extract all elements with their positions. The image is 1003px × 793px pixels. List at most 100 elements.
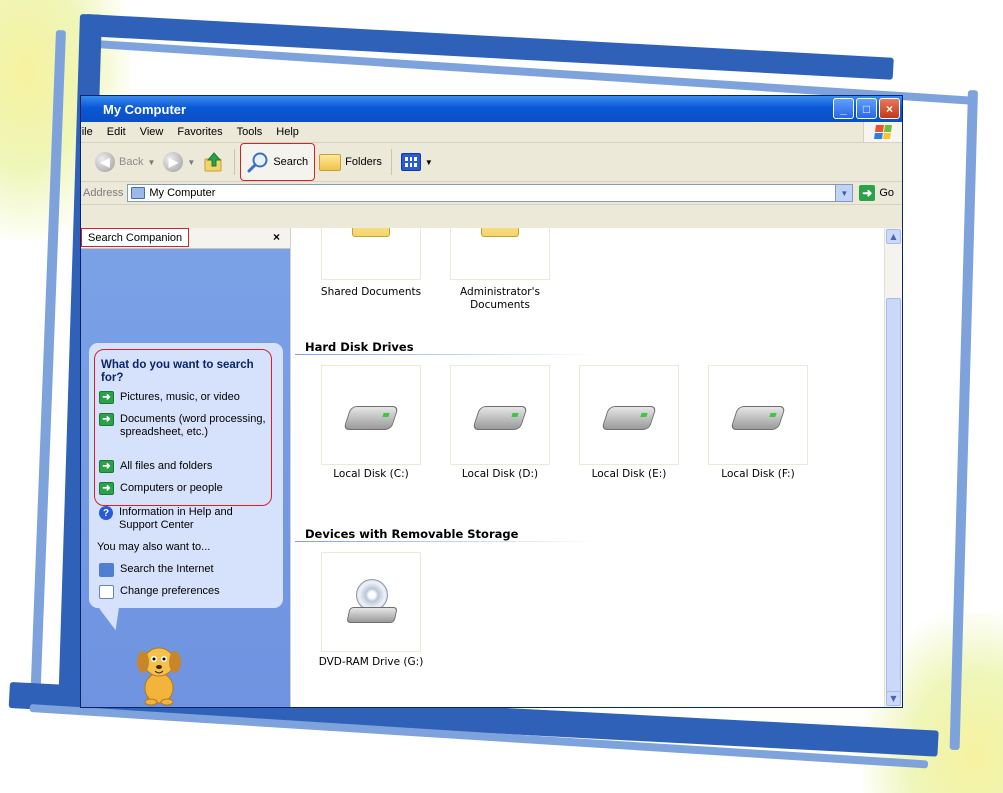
local-disk-f[interactable] [708, 365, 808, 465]
hard-disk-icon [472, 406, 528, 430]
search-bubble: What do you want to search for? ➜ Pictur… [89, 343, 283, 608]
back-button[interactable]: ◀ Back ▼ [91, 147, 159, 177]
green-arrow-icon: ➜ [99, 482, 114, 495]
search-companion-pane: Search Companion × What do you want to s… [81, 228, 291, 707]
chevron-down-icon[interactable]: ▼ [835, 185, 853, 201]
search-option-all-files[interactable]: ➜ All files and folders [99, 460, 271, 473]
go-arrow-icon: ➜ [859, 185, 876, 201]
chevron-down-icon: ▼ [187, 157, 196, 167]
help-label: Information in Help and Support Center [119, 506, 233, 531]
toolbar-separator [234, 149, 236, 175]
explorer-window: My Computer _ □ × File Edit View Favorit… [80, 95, 903, 708]
option-label: Computers or people [120, 482, 223, 494]
maximize-button[interactable]: □ [856, 98, 877, 119]
menu-edit[interactable]: Edit [100, 126, 133, 138]
search-internet-icon [99, 563, 114, 577]
menu-favorites[interactable]: Favorites [170, 126, 229, 138]
drive-label: DVD-RAM Drive (G:) [318, 656, 424, 668]
windows-logo [863, 122, 902, 142]
window-body: Search Companion × What do you want to s… [81, 228, 902, 707]
preferences-icon [99, 585, 114, 599]
chevron-up-icon[interactable]: ▲ [886, 229, 901, 244]
search-internet-link[interactable]: Search the Internet [99, 563, 271, 577]
menu-bar: File Edit View Favorites Tools Help [81, 122, 902, 143]
help-icon: ? [99, 506, 113, 520]
green-arrow-icon: ➜ [99, 460, 114, 473]
disk-label: Local Disk (C:) [333, 468, 409, 480]
green-arrow-icon: ➜ [99, 413, 114, 426]
dvd-drive-icon [346, 579, 398, 625]
local-disk-c[interactable] [321, 365, 421, 465]
option-label: All files and folders [120, 460, 213, 472]
folder-icon [319, 153, 342, 171]
administrator-documents-folder[interactable] [450, 228, 550, 280]
hard-disk-icon [343, 406, 399, 430]
folder-icon [352, 228, 390, 237]
option-label: Documents (word processing, spreadsheet,… [120, 413, 266, 438]
help-link[interactable]: ? Information in Help and Support Center [99, 506, 271, 532]
views-icon [400, 153, 421, 171]
also-text: You may also want to... [97, 541, 269, 554]
group-divider [295, 541, 595, 542]
pane-title: Search Companion [81, 228, 190, 247]
scrollbar-thumb[interactable] [886, 298, 901, 698]
menu-tools[interactable]: Tools [230, 126, 270, 138]
search-button[interactable]: Search [240, 143, 316, 181]
also-label: You may also want to... [97, 541, 211, 553]
toolbar: ◀ Back ▼ ▶ ▼ Search Folders ▼ [81, 143, 902, 182]
close-button[interactable]: × [879, 98, 900, 119]
toolbar-separator [390, 149, 392, 175]
option-label: Pictures, music, or video [120, 391, 240, 403]
back-label: Back [119, 156, 144, 168]
content-pane: Shared Documents Administrator's Documen… [291, 228, 902, 707]
search-icon [247, 152, 268, 173]
forward-arrow-icon: ▶ [163, 152, 184, 172]
disk-label: Local Disk (E:) [591, 468, 667, 480]
go-button[interactable]: ➜ Go [853, 185, 902, 201]
search-label: Search [273, 156, 309, 168]
menu-view[interactable]: View [133, 126, 171, 138]
windows-flag-icon [874, 125, 892, 139]
green-arrow-icon: ➜ [99, 391, 114, 404]
views-button[interactable]: ▼ [397, 147, 437, 177]
back-arrow-icon: ◀ [95, 152, 115, 172]
minimize-button[interactable]: _ [833, 98, 854, 119]
change-preferences-link[interactable]: Change preferences [99, 585, 271, 599]
shared-documents-folder[interactable] [321, 228, 421, 280]
menu-file[interactable]: File [81, 126, 100, 138]
title-bar[interactable]: My Computer _ □ × [81, 96, 902, 122]
vertical-scrollbar[interactable]: ▲ ▼ [884, 228, 902, 707]
search-dog-icon[interactable] [129, 640, 189, 706]
search-option-pictures[interactable]: ➜ Pictures, music, or video [99, 391, 271, 404]
local-disk-d[interactable] [450, 365, 550, 465]
folder-icon [481, 228, 519, 237]
forward-button[interactable]: ▶ ▼ [159, 147, 199, 177]
removable-storage-heading: Devices with Removable Storage [305, 527, 519, 541]
address-value: My Computer [149, 187, 216, 199]
chevron-down-icon: ▼ [147, 157, 156, 167]
menu-help[interactable]: Help [269, 126, 306, 138]
disk-label: Local Disk (D:) [461, 468, 539, 480]
search-option-computers[interactable]: ➜ Computers or people [99, 482, 271, 495]
pane-close-button[interactable]: × [273, 230, 280, 244]
dvd-ram-drive[interactable] [321, 552, 421, 652]
disk-label: Local Disk (F:) [721, 468, 795, 480]
hard-disk-icon [730, 406, 786, 430]
local-disk-e[interactable] [579, 365, 679, 465]
chevron-down-icon: ▼ [424, 157, 433, 167]
computer-icon [131, 187, 146, 199]
search-option-documents[interactable]: ➜ Documents (word processing, spreadshee… [99, 413, 271, 439]
link-label: Search the Internet [120, 563, 214, 575]
folder-label: Administrator's Documents [460, 286, 540, 311]
search-question: What do you want to search for? [101, 359, 254, 384]
folders-label: Folders [345, 156, 382, 168]
window-title: My Computer [103, 101, 187, 117]
hard-disk-icon [601, 406, 657, 430]
address-label: Address [83, 187, 124, 199]
folders-button[interactable]: Folders [315, 147, 386, 177]
pane-header: Search Companion × [81, 228, 290, 249]
folder-label: Shared Documents [320, 286, 422, 298]
up-folder-button[interactable] [199, 147, 229, 177]
address-input[interactable]: My Computer ▼ [127, 184, 854, 202]
chevron-down-icon[interactable]: ▼ [886, 691, 901, 706]
